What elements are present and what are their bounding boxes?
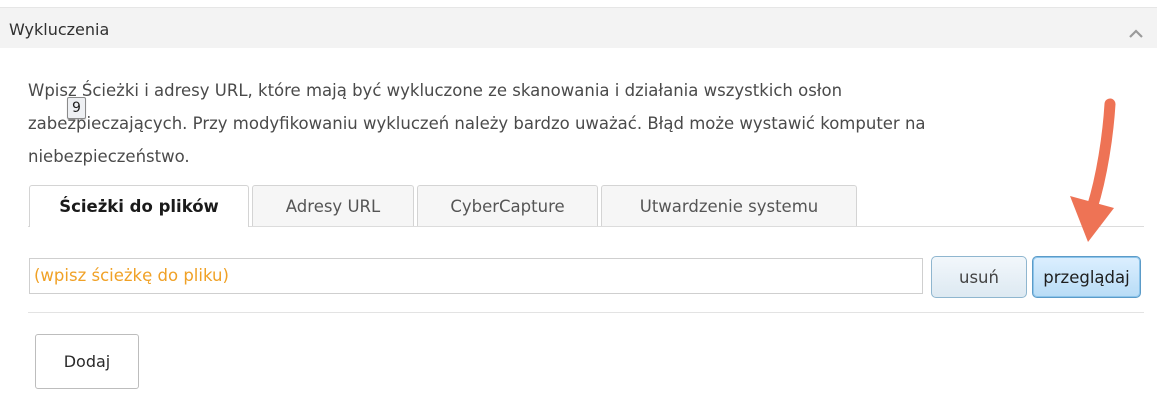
chevron-up-icon[interactable]	[1129, 24, 1143, 43]
section-description: Wpisz Ścieżki i adresy URL, które mają b…	[28, 74, 1108, 173]
description-line: niebezpieczeństwo.	[28, 147, 190, 166]
browse-button[interactable]: przeglądaj	[1032, 256, 1141, 298]
tab-file-paths[interactable]: Ścieżki do plików	[29, 185, 249, 227]
arrow-down-icon	[1070, 98, 1116, 242]
description-line: Wpisz Ścieżki i adresy URL, które mają b…	[28, 81, 843, 100]
tooltip-badge: 9	[67, 97, 86, 119]
tab-urls[interactable]: Adresy URL	[252, 185, 414, 226]
remove-button[interactable]: usuń	[931, 256, 1027, 298]
tab-cybercapture[interactable]: CyberCapture	[417, 185, 598, 226]
tab-system-hardening[interactable]: Utwardzenie systemu	[601, 185, 857, 226]
section-header[interactable]: Wykluczenia	[0, 8, 1157, 48]
description-line: zabezpieczających. Przy modyfikowaniu wy…	[28, 114, 926, 133]
section-title: Wykluczenia	[9, 20, 110, 39]
add-button[interactable]: Dodaj	[35, 334, 139, 389]
file-path-input[interactable]: (wpisz ścieżkę do pliku)	[29, 258, 923, 294]
content-divider	[28, 312, 1144, 313]
